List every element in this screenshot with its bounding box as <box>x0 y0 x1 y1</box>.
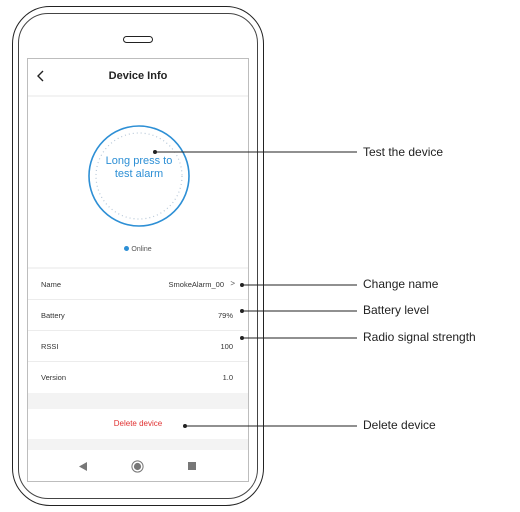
row-battery-value: 79% <box>217 311 233 320</box>
app-header: Device Info <box>28 59 248 95</box>
status-dot-icon <box>124 246 130 251</box>
row-name-value: SmokeAlarm_00 <box>168 280 224 289</box>
page-title: Device Info <box>108 70 168 82</box>
test-alarm-label: Long press to test alarm <box>87 155 191 181</box>
row-battery: Battery 79% <box>28 300 248 331</box>
chevron-right-icon: > <box>230 279 235 288</box>
row-name[interactable]: Name SmokeAlarm_00 > <box>28 269 248 300</box>
nav-back-icon[interactable] <box>78 462 87 471</box>
online-status: Online <box>28 246 248 253</box>
phone-screen: Device Info Long press to test alarm Onl… <box>27 58 249 482</box>
row-rssi: RSSI 100 <box>28 331 248 362</box>
row-version-label: Version <box>41 373 67 382</box>
phone-speaker <box>123 36 153 43</box>
callout-test: Test the device <box>363 145 444 159</box>
row-version-value: 1.0 <box>222 373 233 382</box>
callout-battery: Battery level <box>363 303 430 317</box>
test-alarm-label-line2: test alarm <box>114 168 164 180</box>
device-info-list: Name SmokeAlarm_00 > Battery 79% RSSI 10… <box>28 269 248 393</box>
callout-rssi: Radio signal strength <box>363 330 476 344</box>
row-rssi-label: RSSI <box>41 342 59 351</box>
status-text: Online <box>131 246 152 253</box>
row-name-label: Name <box>41 280 62 289</box>
row-rssi-value: 100 <box>220 342 233 351</box>
callout-name: Change name <box>363 277 439 291</box>
row-battery-label: Battery <box>41 311 65 320</box>
callout-delete: Delete device <box>363 418 436 432</box>
test-alarm-label-line1: Long press to <box>105 155 173 167</box>
device-status-panel: Long press to test alarm Online <box>28 97 248 267</box>
android-nav-bar <box>28 450 248 481</box>
row-version: Version 1.0 <box>28 362 248 393</box>
delete-section: Delete device <box>28 409 248 439</box>
delete-device-button[interactable]: Delete device <box>28 419 248 428</box>
nav-recent-apps-icon[interactable] <box>188 462 196 470</box>
nav-home-icon[interactable] <box>131 460 144 473</box>
